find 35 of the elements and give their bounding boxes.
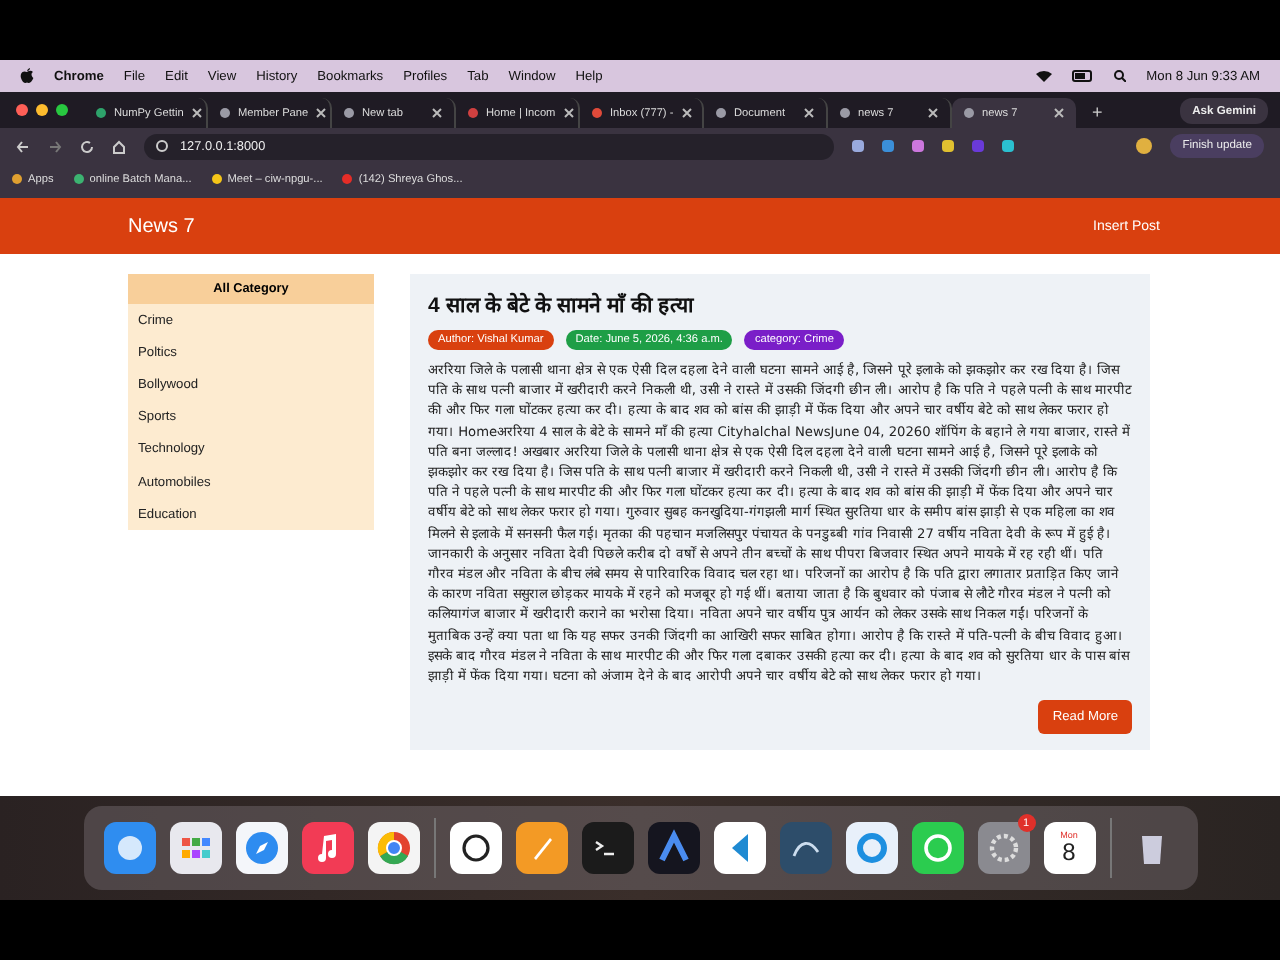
extension-icon[interactable] bbox=[912, 140, 924, 152]
terminal-icon[interactable] bbox=[581, 822, 633, 874]
window-controls-icon[interactable] bbox=[16, 104, 68, 116]
reload-icon[interactable] bbox=[80, 139, 94, 153]
close-icon[interactable] bbox=[681, 108, 692, 118]
article-title: 4 साल के बेटे के सामने माँ की हत्या bbox=[428, 290, 697, 318]
back-icon[interactable] bbox=[16, 139, 30, 153]
calendar-day: 8 bbox=[1062, 840, 1076, 865]
grid-icon[interactable] bbox=[169, 822, 221, 874]
forward-icon[interactable] bbox=[48, 139, 62, 153]
extension-icon[interactable] bbox=[1002, 140, 1014, 152]
extension-icon[interactable] bbox=[852, 140, 864, 152]
site-brand[interactable]: News 7 bbox=[128, 215, 195, 237]
pencil-icon[interactable] bbox=[515, 822, 567, 874]
close-icon[interactable] bbox=[804, 108, 814, 118]
compass-icon[interactable] bbox=[235, 822, 287, 874]
close-icon[interactable] bbox=[1054, 108, 1064, 118]
extension-icon[interactable] bbox=[942, 140, 954, 152]
extension-icon[interactable] bbox=[882, 140, 894, 152]
home-icon[interactable] bbox=[112, 139, 126, 153]
chrome-icon[interactable] bbox=[367, 822, 419, 874]
close-icon[interactable] bbox=[432, 108, 442, 118]
gear-icon[interactable] bbox=[977, 822, 1029, 874]
close-icon[interactable] bbox=[563, 108, 574, 118]
battery-icon[interactable] bbox=[1072, 70, 1095, 82]
avatar[interactable] bbox=[1136, 138, 1153, 154]
close-icon[interactable] bbox=[928, 108, 938, 118]
search-icon[interactable] bbox=[1114, 70, 1127, 82]
wifi-icon[interactable] bbox=[1036, 70, 1053, 82]
music-note-icon[interactable] bbox=[301, 822, 353, 874]
close-icon[interactable] bbox=[316, 108, 327, 118]
apple-icon[interactable] bbox=[20, 68, 34, 84]
new-tab-button[interactable]: + bbox=[1092, 102, 1103, 122]
arc-icon[interactable] bbox=[647, 822, 699, 874]
close-icon[interactable] bbox=[191, 108, 202, 118]
